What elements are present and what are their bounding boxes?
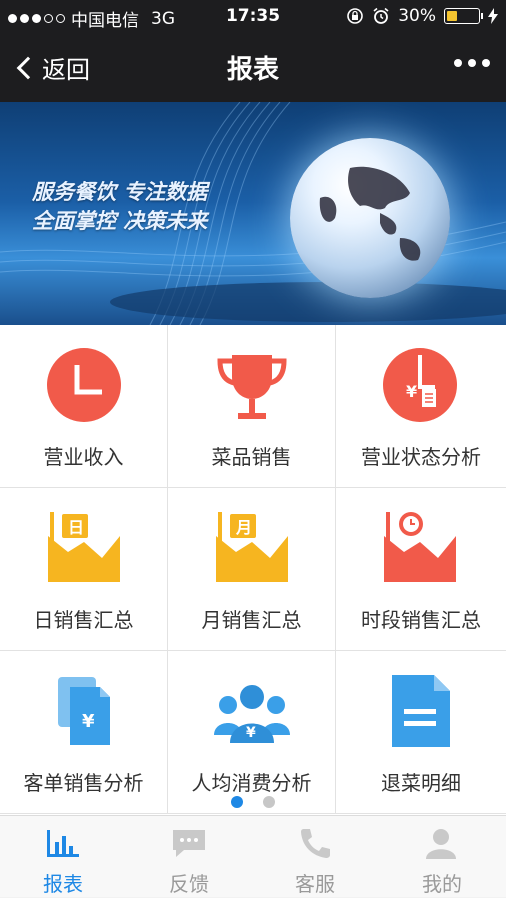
banner[interactable]: 服务餐饮 专注数据 全面掌控 决策未来 [0,102,506,325]
grid-item-label: 营业收入 [43,445,124,469]
yuan-clock-icon: ¥ [383,348,457,422]
tab-reports[interactable]: 报表 [0,816,126,898]
tab-label: 客服 [295,872,335,896]
tab-label: 报表 [43,872,83,896]
globe-image [290,138,450,298]
grid-item-label: 日销售汇总 [33,608,134,632]
bar-chart-icon [47,830,79,857]
grid-item-ticket-analysis[interactable]: ¥ 客单销售分析 [0,651,168,814]
page-indicator [0,796,506,808]
tab-label: 我的 [422,872,462,896]
tab-feedback[interactable]: 反馈 [126,816,252,898]
grid-item-label: 客单销售分析 [23,771,144,795]
more-dot-icon [468,59,476,67]
tab-mine[interactable]: 我的 [378,816,506,898]
page-dot[interactable] [263,796,275,808]
daily-chart-icon: 日 [48,512,120,582]
tab-customer-service[interactable]: 客服 [252,816,378,898]
svg-text:¥: ¥ [246,725,256,741]
grid-item-label: 营业状态分析 [361,445,481,469]
more-dot-icon [482,59,490,67]
grid-item-per-capita[interactable]: ¥ 人均消费分析 [168,651,336,814]
page-dot-active[interactable] [231,796,243,808]
grid-item-label: 菜品销售 [211,445,292,469]
slogan-line-2: 全面掌控 决策未来 [32,209,208,233]
monthly-chart-icon: 月 [216,512,288,582]
more-dot-icon [454,59,462,67]
user-icon [426,829,456,859]
rotation-lock-icon [347,8,364,24]
navigation-bar: 返回 报表 [0,32,506,102]
grid-item-status-analysis[interactable]: ¥ 营业状态分析 [336,325,506,488]
pie-chart-icon [47,348,121,422]
yuan-document-icon: ¥ [58,677,110,745]
group-yuan-icon: ¥ [214,685,290,743]
continents-icon [319,166,421,261]
document-icon [392,675,450,747]
banner-slogan: 服务餐饮 专注数据 全面掌控 决策未来 [32,178,207,236]
grid-item-returned-dishes[interactable]: 退菜明细 [336,651,506,814]
svg-text:¥: ¥ [82,711,95,732]
status-icons: 30% [346,6,498,26]
grid-item-period-summary[interactable]: 时段销售汇总 [336,488,506,651]
tab-label: 反馈 [169,872,209,896]
svg-text:¥: ¥ [406,382,417,401]
page-title: 报表 [226,55,279,85]
grid-item-label: 退菜明细 [381,771,461,795]
grid-item-label: 月销售汇总 [201,608,302,632]
grid-item-monthly-summary[interactable]: 月 月销售汇总 [168,488,336,651]
grid-item-dish-sales[interactable]: 菜品销售 [168,325,336,488]
phone-icon [301,829,330,858]
more-button[interactable] [454,59,490,67]
alarm-icon [373,7,389,24]
time-chart-icon [384,512,456,582]
report-grid: 营业收入 菜品销售 ¥ 营业状态分析 日 日销售汇总 月 月销售汇总 时段销售汇… [0,325,506,815]
grid-item-daily-summary[interactable]: 日 日销售汇总 [0,488,168,651]
message-icon [173,830,205,857]
grid-item-revenue[interactable]: 营业收入 [0,325,168,488]
trophy-icon [217,355,287,419]
grid-item-label: 时段销售汇总 [361,608,481,632]
battery-percent: 30% [398,6,436,26]
battery-icon [444,8,483,24]
monthly-badge-text: 月 [235,518,252,537]
slogan-line-1: 服务餐饮 专注数据 [32,180,208,204]
charging-icon [488,8,498,24]
daily-badge-text: 日 [68,518,84,537]
status-bar: 中国电信 3G 17:35 30% [0,0,506,32]
tab-bar: 报表 反馈 客服 我的 [0,815,506,897]
grid-item-label: 人均消费分析 [191,771,312,795]
